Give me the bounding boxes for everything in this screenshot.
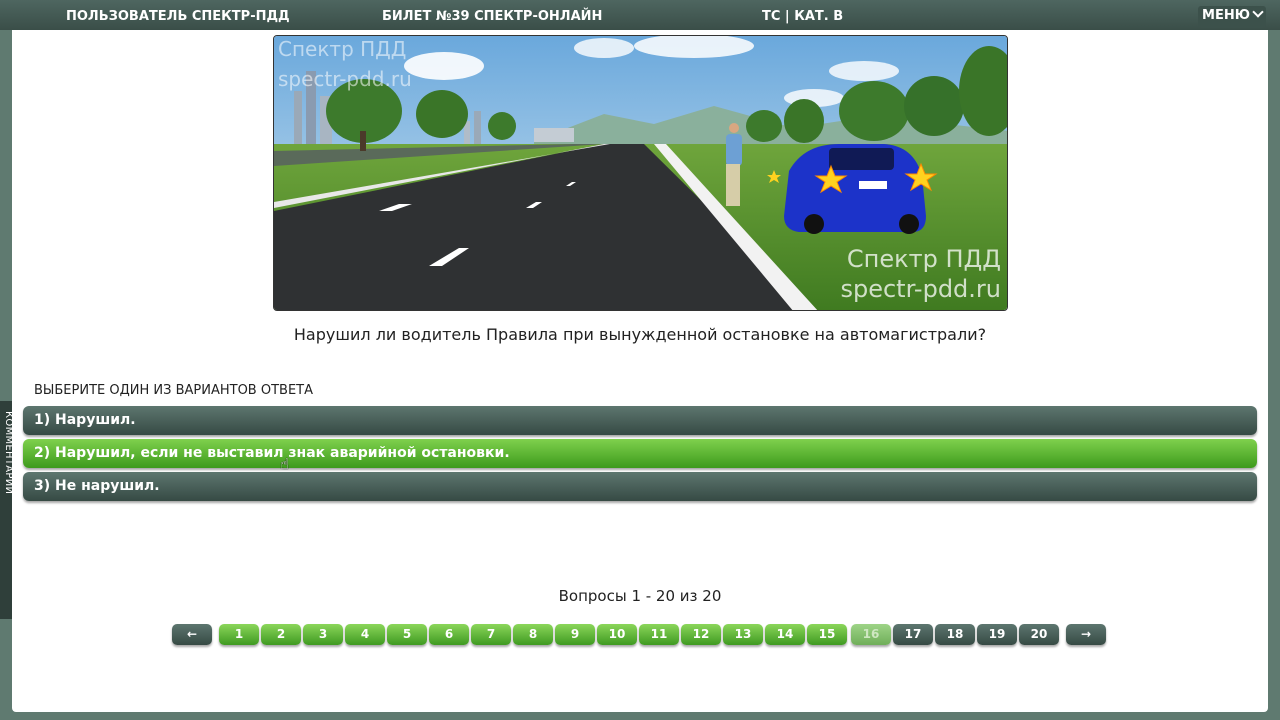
watermark-top-title: Спектр ПДД bbox=[278, 37, 406, 61]
answer-option-label: 2) Нарушил, если не выставил знак аварий… bbox=[34, 445, 510, 461]
question-text: Нарушил ли водитель Правила при вынужден… bbox=[293, 325, 987, 344]
page-button-17[interactable]: 17 bbox=[893, 624, 933, 645]
page-button-1[interactable]: 1 bbox=[219, 624, 259, 645]
page-button-3[interactable]: 3 bbox=[303, 624, 343, 645]
page-button-6[interactable]: 6 bbox=[429, 624, 469, 645]
top-bar: ПОЛЬЗОВАТЕЛЬ СПЕКТР-ПДД БИЛЕТ №39 СПЕКТР… bbox=[0, 0, 1280, 30]
watermark-top-url: spectr-pdd.ru bbox=[278, 67, 412, 91]
page-button-2[interactable]: 2 bbox=[261, 624, 301, 645]
main-content: Спектр ПДД spectr-pdd.ru Спектр ПДД spec… bbox=[12, 30, 1268, 712]
answer-option-3[interactable]: 3) Не нарушил. bbox=[23, 472, 1257, 501]
menu-label: МЕНЮ bbox=[1202, 8, 1250, 23]
watermark-bottom: Спектр ПДД spectr-pdd.ru bbox=[840, 244, 1001, 304]
watermark-bottom-url: spectr-pdd.ru bbox=[840, 275, 1001, 303]
page-button-9[interactable]: 9 bbox=[555, 624, 595, 645]
pager-summary: Вопросы 1 - 20 из 20 bbox=[558, 587, 722, 605]
answer-option-label: 1) Нарушил. bbox=[34, 412, 136, 428]
page-button-19[interactable]: 19 bbox=[977, 624, 1017, 645]
page-button-14[interactable]: 14 bbox=[765, 624, 805, 645]
next-page-button[interactable]: → bbox=[1066, 624, 1106, 645]
category-label: ТС | КАТ. В bbox=[762, 9, 844, 24]
page-button-13[interactable]: 13 bbox=[723, 624, 763, 645]
page-button-20[interactable]: 20 bbox=[1019, 624, 1059, 645]
question-image: Спектр ПДД spectr-pdd.ru Спектр ПДД spec… bbox=[273, 35, 1008, 311]
page-button-16-current[interactable]: 16 bbox=[851, 624, 891, 645]
answer-option-2[interactable]: 2) Нарушил, если не выставил знак аварий… bbox=[23, 439, 1257, 468]
page-button-8[interactable]: 8 bbox=[513, 624, 553, 645]
watermark-bottom-title: Спектр ПДД bbox=[846, 245, 1001, 273]
ticket-title: БИЛЕТ №39 СПЕКТР-ОНЛАЙН bbox=[382, 9, 603, 24]
prev-page-button[interactable]: ← bbox=[172, 624, 212, 645]
page-button-10[interactable]: 10 bbox=[597, 624, 637, 645]
menu-button[interactable]: МЕНЮ bbox=[1198, 6, 1266, 28]
arrow-right-icon: → bbox=[1080, 627, 1092, 641]
page-button-18[interactable]: 18 bbox=[935, 624, 975, 645]
page-button-7[interactable]: 7 bbox=[471, 624, 511, 645]
arrow-left-icon: ← bbox=[186, 627, 198, 641]
page-button-4[interactable]: 4 bbox=[345, 624, 385, 645]
user-label: ПОЛЬЗОВАТЕЛЬ СПЕКТР-ПДД bbox=[66, 9, 290, 24]
page-button-5[interactable]: 5 bbox=[387, 624, 427, 645]
page-button-12[interactable]: 12 bbox=[681, 624, 721, 645]
page-button-15[interactable]: 15 bbox=[807, 624, 847, 645]
answer-option-label: 3) Не нарушил. bbox=[34, 478, 160, 494]
chevron-down-icon bbox=[1252, 6, 1264, 18]
answer-option-1[interactable]: 1) Нарушил. bbox=[23, 406, 1257, 435]
page-button-11[interactable]: 11 bbox=[639, 624, 679, 645]
answers-heading: ВЫБЕРИТЕ ОДИН ИЗ ВАРИАНТОВ ОТВЕТА bbox=[34, 383, 313, 398]
